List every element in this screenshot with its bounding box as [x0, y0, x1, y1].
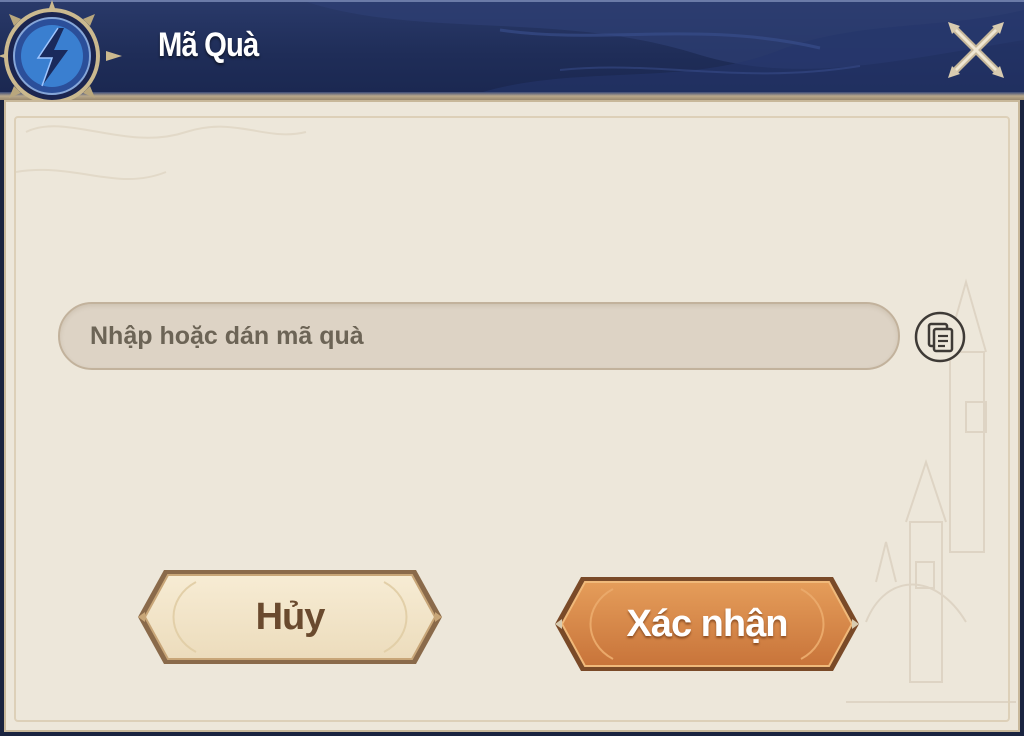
gift-code-dialog: Mã Quà Nhập hoặc dán mã quà Hủy Xác nhận [0, 0, 1024, 736]
header-decoration [0, 0, 1024, 100]
header-trim [0, 92, 1024, 100]
close-icon[interactable] [944, 18, 1008, 82]
confirm-button[interactable]: Xác nhận [553, 575, 861, 673]
paste-clipboard-icon[interactable] [914, 311, 966, 363]
confirm-button-label: Xác nhận [626, 602, 789, 645]
gift-code-input[interactable] [58, 302, 900, 370]
cancel-button[interactable]: Hủy [136, 568, 444, 666]
cancel-button-label: Hủy [255, 595, 326, 638]
dialog-header: Mã Quà [0, 0, 1024, 100]
dialog-title: Mã Quà [158, 26, 259, 64]
